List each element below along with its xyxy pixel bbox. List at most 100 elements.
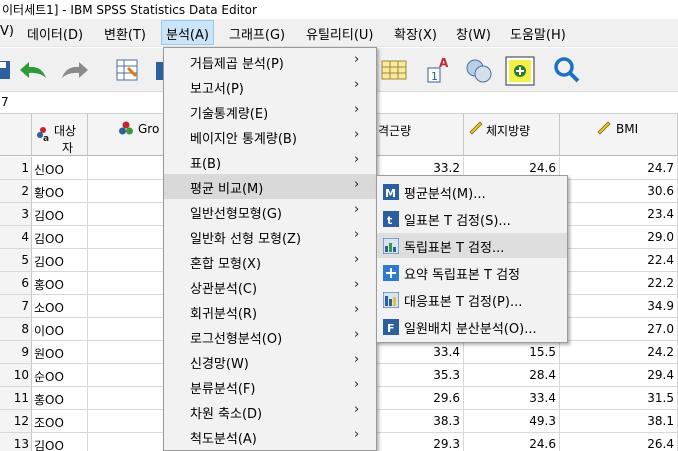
menu-graphs[interactable]: 그래프(G) xyxy=(229,24,285,43)
row-number[interactable]: 1 xyxy=(0,157,32,180)
menu-item-scale[interactable]: 척도분석(A) › xyxy=(164,424,376,449)
cell-group[interactable] xyxy=(88,295,164,318)
search-icon[interactable] xyxy=(550,54,584,86)
cell-bmi[interactable]: 24.7 xyxy=(560,157,678,180)
goto-case-icon[interactable] xyxy=(110,54,144,86)
menu-item-loglinear[interactable]: 로그선형분석(O) › xyxy=(164,324,376,349)
row-number[interactable]: 13 xyxy=(0,433,32,451)
cell-muscle[interactable]: 33.4 xyxy=(374,341,464,364)
menu-view[interactable]: V) xyxy=(0,24,14,39)
submenu-item-summary-independent-t[interactable]: 요약 독립표본 T 검정 xyxy=(377,260,567,285)
menu-item-descriptive[interactable]: 기술통계량(E) › xyxy=(164,99,376,124)
row-number[interactable]: 6 xyxy=(0,272,32,295)
menu-item-tables[interactable]: 표(B) › xyxy=(164,149,376,174)
cell-subject[interactable]: 홍OO xyxy=(32,387,88,410)
menu-help[interactable]: 도움말(H) xyxy=(510,24,566,43)
cell-group[interactable] xyxy=(88,272,164,295)
cell-body-fat[interactable]: 33.4 xyxy=(464,387,560,410)
cell-group[interactable] xyxy=(88,433,164,451)
menu-item-classify[interactable]: 분류분석(F) › xyxy=(164,374,376,399)
row-number[interactable]: 5 xyxy=(0,249,32,272)
column-header-group[interactable]: Gro xyxy=(88,114,164,156)
menu-item-dimension-reduction[interactable]: 차원 축소(D) › xyxy=(164,399,376,424)
column-header-subject[interactable]: a 대상 자 xyxy=(32,114,88,156)
redo-icon[interactable] xyxy=(58,54,92,86)
cell-bmi[interactable]: 31.5 xyxy=(560,387,678,410)
menu-analyze[interactable]: 분석(A) xyxy=(161,20,214,45)
cell-subject[interactable]: 이OO xyxy=(32,318,88,341)
submenu-item-independent-t[interactable]: 독립표본 T 검정... xyxy=(377,233,567,258)
cell-muscle[interactable]: 29.6 xyxy=(374,387,464,410)
cell-bmi[interactable]: 30.6 xyxy=(560,180,678,203)
cell-muscle[interactable]: 35.3 xyxy=(374,364,464,387)
cell-group[interactable] xyxy=(88,387,164,410)
menu-item-neural-networks[interactable]: 신경망(W) › xyxy=(164,349,376,374)
cell-group[interactable] xyxy=(88,318,164,341)
cell-group[interactable] xyxy=(88,180,164,203)
cell-subject[interactable]: 원OO xyxy=(32,341,88,364)
row-number[interactable]: 12 xyxy=(0,410,32,433)
column-header-muscle[interactable]: 격근량 xyxy=(374,114,464,156)
cell-body-fat[interactable]: 49.3 xyxy=(464,410,560,433)
cell-subject[interactable]: 김OO xyxy=(32,433,88,451)
cell-body-fat[interactable]: 24.6 xyxy=(464,433,560,451)
cell-bmi[interactable]: 22.4 xyxy=(560,249,678,272)
menu-item-glm[interactable]: 일반선형모형(G) › xyxy=(164,199,376,224)
menu-item-mixed-models[interactable]: 혼합 모형(X) › xyxy=(164,249,376,274)
submenu-item-one-way-anova[interactable]: F 일원배치 분산분석(O)... xyxy=(377,314,567,339)
use-sets-icon[interactable] xyxy=(462,54,496,86)
cell-subject[interactable]: 김OO xyxy=(32,226,88,249)
submenu-item-paired-t[interactable]: 대응표본 T 검정(P)... xyxy=(377,287,567,312)
row-number[interactable]: 10 xyxy=(0,364,32,387)
undo-icon[interactable] xyxy=(16,54,50,86)
cell-bmi[interactable]: 24.2 xyxy=(560,341,678,364)
row-number[interactable]: 8 xyxy=(0,318,32,341)
cell-muscle[interactable]: 29.3 xyxy=(374,433,464,451)
cell-group[interactable] xyxy=(88,249,164,272)
show-all-variables-icon[interactable] xyxy=(503,54,537,86)
value-labels-icon[interactable]: 1A xyxy=(424,54,458,86)
cell-bmi[interactable]: 34.9 xyxy=(560,295,678,318)
menu-item-bayesian[interactable]: 베이지안 통계량(B) › xyxy=(164,124,376,149)
column-header-body-fat[interactable]: 체지방량 xyxy=(464,114,560,156)
row-number[interactable]: 2 xyxy=(0,180,32,203)
cell-subject[interactable]: 황OO xyxy=(32,180,88,203)
cell-bmi[interactable]: 38.1 xyxy=(560,410,678,433)
row-number[interactable]: 11 xyxy=(0,387,32,410)
cell-muscle[interactable]: 38.3 xyxy=(374,410,464,433)
cell-subject[interactable]: 홍OO xyxy=(32,272,88,295)
cell-group[interactable] xyxy=(88,157,164,180)
cell-bmi[interactable]: 29.4 xyxy=(560,364,678,387)
cell-group[interactable] xyxy=(88,364,164,387)
menu-item-regression[interactable]: 회귀분석(R) › xyxy=(164,299,376,324)
menu-item-generalized-linear[interactable]: 일반화 선형 모형(Z) › xyxy=(164,224,376,249)
cell-subject[interactable]: 조OO xyxy=(32,410,88,433)
menu-item-reports[interactable]: 보고서(P) › xyxy=(164,74,376,99)
submenu-item-one-sample-t[interactable]: t 일표본 T 검정(S)... xyxy=(377,206,567,231)
row-number[interactable]: 3 xyxy=(0,203,32,226)
menu-data[interactable]: 데이터(D) xyxy=(27,24,83,43)
cell-group[interactable] xyxy=(88,226,164,249)
split-file-icon[interactable] xyxy=(377,54,411,86)
menu-item-compare-means[interactable]: 평균 비교(M) › xyxy=(164,174,376,199)
cell-bmi[interactable]: 22.2 xyxy=(560,272,678,295)
column-header-bmi[interactable]: BMI xyxy=(560,114,678,156)
menu-extensions[interactable]: 확장(X) xyxy=(394,24,437,43)
cell-group[interactable] xyxy=(88,410,164,433)
cell-body-fat[interactable]: 28.4 xyxy=(464,364,560,387)
cell-subject[interactable]: 신OO xyxy=(32,157,88,180)
menu-window[interactable]: 창(W) xyxy=(456,24,491,43)
row-number[interactable]: 7 xyxy=(0,295,32,318)
row-number[interactable]: 4 xyxy=(0,226,32,249)
cell-subject[interactable]: 김OO xyxy=(32,203,88,226)
cell-subject[interactable]: 순OO xyxy=(32,364,88,387)
cell-bmi[interactable]: 26.4 xyxy=(560,433,678,451)
cell-subject[interactable]: 김OO xyxy=(32,249,88,272)
row-number[interactable]: 9 xyxy=(0,341,32,364)
cell-group[interactable] xyxy=(88,341,164,364)
menu-utilities[interactable]: 유틸리티(U) xyxy=(306,24,374,43)
menu-transform[interactable]: 변환(T) xyxy=(104,24,146,43)
cell-group[interactable] xyxy=(88,203,164,226)
cell-bmi[interactable]: 23.4 xyxy=(560,203,678,226)
menu-item-power-analysis[interactable]: 거듭제곱 분석(P) › xyxy=(164,49,376,74)
